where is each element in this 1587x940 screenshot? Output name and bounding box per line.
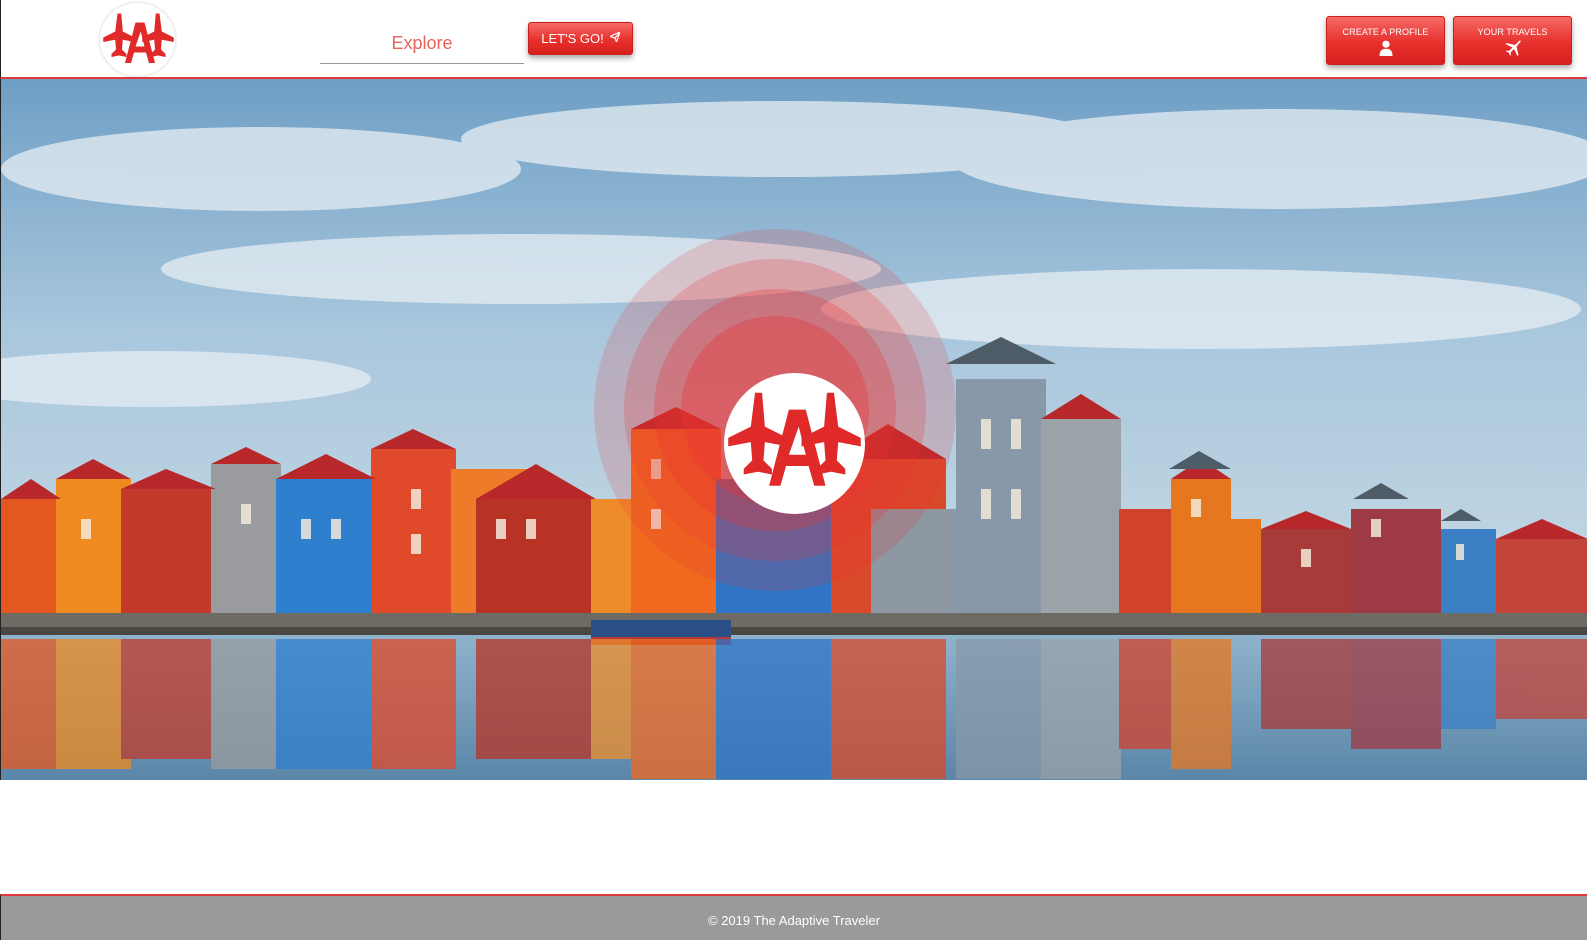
hero-banner: [0, 79, 1587, 780]
page: LET'S GO! CREATE A PROFILE YOUR TRAVELS: [0, 0, 1587, 940]
brand-logo-link[interactable]: [99, 2, 176, 77]
create-profile-label: CREATE A PROFILE: [1342, 27, 1429, 37]
footer: © 2019 The Adaptive Traveler: [0, 894, 1587, 940]
search-field-wrapper: [320, 28, 524, 64]
airplane-icon: [1504, 40, 1522, 61]
adaptive-traveler-logo-icon: [728, 392, 861, 486]
copyright-text: © 2019 The Adaptive Traveler: [708, 912, 880, 928]
adaptive-traveler-logo-icon: [103, 13, 174, 63]
user-icon: [1379, 40, 1393, 61]
paper-plane-icon: [609, 31, 621, 45]
your-travels-label: YOUR TRAVELS: [1477, 27, 1548, 37]
your-travels-button[interactable]: YOUR TRAVELS: [1453, 16, 1572, 65]
lets-go-label: LET'S GO!: [541, 30, 604, 46]
create-profile-button[interactable]: CREATE A PROFILE: [1326, 16, 1445, 65]
explore-search-input[interactable]: [320, 28, 524, 63]
hero-logo: [724, 373, 865, 514]
top-navbar: LET'S GO! CREATE A PROFILE YOUR TRAVELS: [0, 0, 1587, 79]
lets-go-button[interactable]: LET'S GO!: [528, 22, 633, 55]
